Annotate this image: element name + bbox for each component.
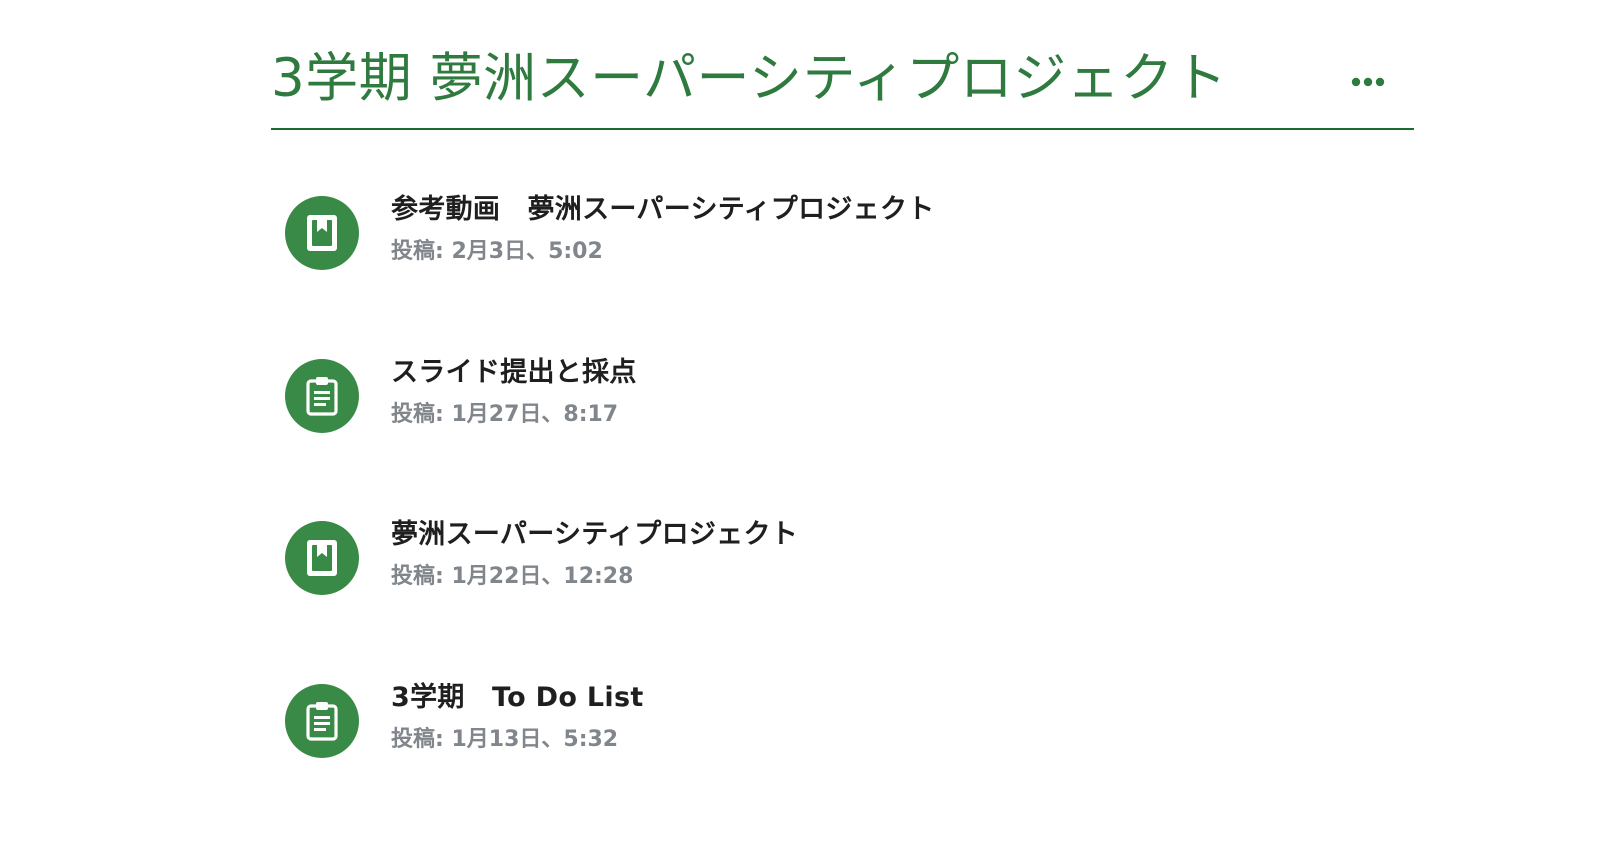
item-posted-date: 投稿: 1月27日、8:17	[391, 402, 619, 427]
list-item[interactable]: 参考動画 夢洲スーパーシティプロジェクト 投稿: 2月3日、5:02	[285, 194, 1285, 274]
book-icon	[307, 215, 337, 251]
topic-section: 3学期 夢洲スーパーシティプロジェクト 参考動画 夢洲スーパーシティプロジェクト…	[271, 40, 1414, 758]
list-item[interactable]: 夢洲スーパーシティプロジェクト 投稿: 1月22日、12:28	[285, 519, 1285, 599]
topic-title: 3学期 夢洲スーパーシティプロジェクト	[271, 48, 1228, 109]
item-title: 3学期 To Do List	[391, 682, 644, 713]
list-item[interactable]: スライド提出と採点 投稿: 1月27日、8:17	[285, 357, 1285, 437]
assignment-icon-badge	[285, 359, 359, 433]
item-posted-date: 投稿: 2月3日、5:02	[391, 239, 603, 264]
item-title: 夢洲スーパーシティプロジェクト	[391, 519, 799, 550]
clipboard-icon	[306, 702, 338, 741]
topic-header: 3学期 夢洲スーパーシティプロジェクト	[271, 40, 1414, 130]
more-horizontal-icon	[1351, 77, 1385, 87]
material-icon-badge	[285, 521, 359, 595]
book-icon	[307, 540, 337, 576]
clipboard-icon	[306, 377, 338, 416]
list-item[interactable]: 3学期 To Do List 投稿: 1月13日、5:32	[285, 682, 1285, 762]
item-posted-date: 投稿: 1月22日、12:28	[391, 564, 634, 589]
item-posted-date: 投稿: 1月13日、5:32	[391, 727, 619, 752]
topic-more-button[interactable]	[1344, 62, 1392, 102]
assignment-icon-badge	[285, 684, 359, 758]
item-title: 参考動画 夢洲スーパーシティプロジェクト	[391, 194, 935, 225]
item-title: スライド提出と採点	[391, 357, 637, 388]
material-icon-badge	[285, 196, 359, 270]
